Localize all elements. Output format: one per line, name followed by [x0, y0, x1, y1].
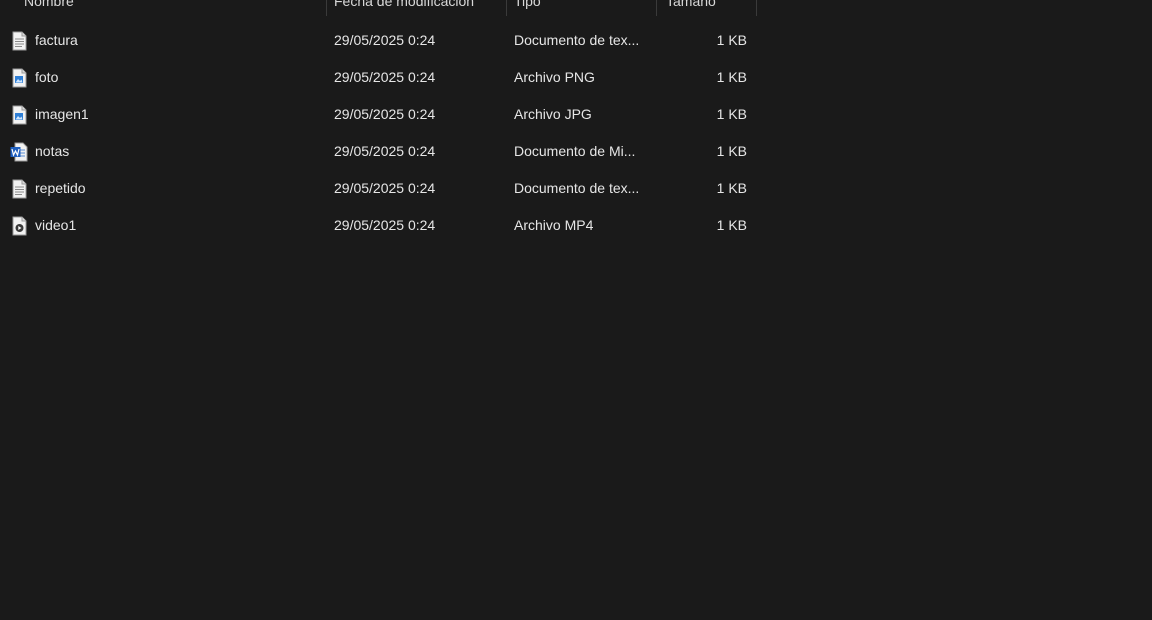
column-header-size[interactable]: Tamaño — [666, 0, 716, 16]
file-modified-date: 29/05/2025 0:24 — [334, 32, 436, 48]
file-type: Documento de tex... — [514, 32, 640, 48]
file-modified-date: 29/05/2025 0:24 — [334, 180, 436, 196]
file-name[interactable]: foto — [35, 59, 315, 96]
file-type: Documento de Mi... — [514, 143, 636, 159]
file-type: Documento de tex... — [514, 180, 640, 196]
file-size: 1 KB — [716, 32, 747, 48]
file-modified-date: 29/05/2025 0:24 — [334, 69, 436, 85]
file-size: 1 KB — [716, 69, 747, 85]
file-icon-cell — [10, 22, 30, 59]
file-type: Archivo JPG — [514, 106, 592, 122]
file-icon-cell — [10, 96, 30, 133]
image-file-icon — [12, 105, 27, 125]
text-document-icon — [12, 31, 27, 51]
file-row[interactable]: notas 29/05/2025 0:24 Documento de Mi...… — [0, 133, 760, 170]
file-type: Archivo PNG — [514, 69, 595, 85]
column-divider[interactable] — [656, 0, 657, 16]
column-divider[interactable] — [756, 0, 757, 16]
file-icon-cell — [10, 133, 30, 170]
file-name[interactable]: notas — [35, 133, 315, 170]
video-file-icon — [12, 216, 27, 236]
file-row[interactable]: foto 29/05/2025 0:24 Archivo PNG 1 KB — [0, 59, 760, 96]
file-modified-date: 29/05/2025 0:24 — [334, 217, 436, 233]
file-name[interactable]: imagen1 — [35, 96, 315, 133]
file-row[interactable]: video1 29/05/2025 0:24 Archivo MP4 1 KB — [0, 207, 760, 244]
file-icon-cell — [10, 170, 30, 207]
column-divider[interactable] — [326, 0, 327, 16]
file-row[interactable]: factura 29/05/2025 0:24 Documento de tex… — [0, 22, 760, 59]
file-row[interactable]: repetido 29/05/2025 0:24 Documento de te… — [0, 170, 760, 207]
word-document-icon — [10, 142, 28, 162]
column-divider[interactable] — [506, 0, 507, 16]
file-name[interactable]: repetido — [35, 170, 315, 207]
file-icon-cell — [10, 59, 30, 96]
column-header-date[interactable]: Fecha de modificación — [334, 0, 474, 16]
file-type: Archivo MP4 — [514, 217, 594, 233]
file-row[interactable]: imagen1 29/05/2025 0:24 Archivo JPG 1 KB — [0, 96, 760, 133]
file-explorer-details-view: Nombre Fecha de modificación Tipo Tamaño… — [0, 0, 1152, 620]
file-size: 1 KB — [716, 180, 747, 196]
column-header-row: Nombre Fecha de modificación Tipo Tamaño — [0, 0, 760, 16]
file-icon-cell — [10, 207, 30, 244]
column-header-type[interactable]: Tipo — [514, 0, 541, 16]
text-document-icon — [12, 179, 27, 199]
file-modified-date: 29/05/2025 0:24 — [334, 143, 436, 159]
file-size: 1 KB — [716, 143, 747, 159]
column-header-name[interactable]: Nombre — [24, 0, 74, 16]
file-size: 1 KB — [716, 106, 747, 122]
file-modified-date: 29/05/2025 0:24 — [334, 106, 436, 122]
image-file-icon — [12, 68, 27, 88]
file-name[interactable]: video1 — [35, 207, 315, 244]
file-name[interactable]: factura — [35, 22, 315, 59]
file-list: factura 29/05/2025 0:24 Documento de tex… — [0, 22, 760, 244]
file-size: 1 KB — [716, 217, 747, 233]
